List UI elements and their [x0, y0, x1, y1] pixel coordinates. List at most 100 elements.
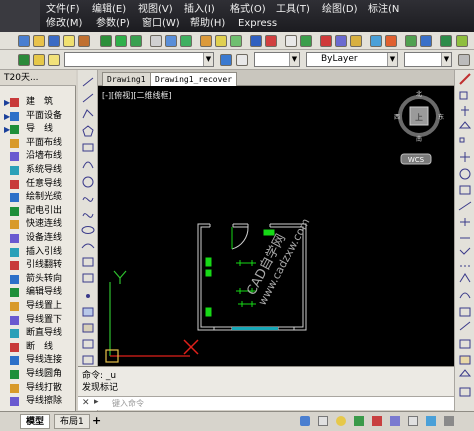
panel-item[interactable]: 箭头转向 [2, 273, 74, 286]
plot-style-icon[interactable] [458, 54, 470, 66]
layout-wire-icon [10, 138, 19, 148]
match-icon[interactable] [150, 35, 162, 47]
grid-icon[interactable] [180, 35, 192, 47]
sheet-icon[interactable] [78, 35, 90, 47]
polar-toggle-icon[interactable] [354, 416, 364, 426]
panel-item[interactable]: ▶ 平面设备 [2, 110, 74, 123]
menu-dimension[interactable]: 标注(N [368, 4, 399, 16]
save-icon[interactable] [48, 35, 60, 47]
panel-item[interactable]: 任意导线 [2, 178, 74, 191]
add-layout-button[interactable]: + [92, 414, 101, 427]
panel-item[interactable]: 设备连线 [2, 232, 74, 245]
panel-item-label: 箭头转向 [26, 273, 63, 284]
layer-prev-icon[interactable] [440, 35, 452, 47]
tab-model[interactable]: 模型 [20, 414, 51, 429]
drawing-canvas[interactable]: [-][俯视][二维线框] CAD自学网 www.cadzxw.com 上 北 … [98, 86, 454, 366]
snap-icon[interactable] [200, 35, 212, 47]
panel-item[interactable]: 导线打散 [2, 382, 74, 395]
zoom-icon[interactable] [300, 35, 312, 47]
panel-item[interactable]: 插入引线 [2, 246, 74, 259]
sheet-set-icon[interactable] [405, 35, 417, 47]
ortho-toggle-icon[interactable] [336, 416, 346, 426]
tab-drawing1[interactable]: Drawing1 [102, 72, 151, 86]
grid-toggle-icon[interactable] [318, 416, 328, 426]
menu-parametric[interactable]: 参数(P) [96, 18, 130, 30]
panel-item[interactable]: 绘制光缆 [2, 191, 74, 204]
panel-item[interactable]: 快速连线 [2, 218, 74, 231]
linetype-value: ByLayer [321, 54, 358, 64]
polar-icon[interactable] [230, 35, 242, 47]
panel-item[interactable]: 断 线 [2, 341, 74, 354]
menu-edit[interactable]: 编辑(E) [92, 4, 126, 16]
linetype-combo[interactable]: ByLayer ▼ [306, 52, 398, 67]
panel-item[interactable]: 系统导线 [2, 164, 74, 177]
lweight-toggle-icon[interactable] [408, 416, 418, 426]
viewcube[interactable]: 上 北 南 东 西 WCS [394, 90, 444, 165]
markup-icon[interactable] [385, 35, 397, 47]
panel-item[interactable]: 导线连接 [2, 354, 74, 367]
standard-toolbar [0, 32, 474, 50]
calculator-icon[interactable] [370, 35, 382, 47]
layer-icon[interactable] [100, 35, 112, 47]
menu-view[interactable]: 视图(V) [138, 4, 173, 16]
menu-tools[interactable]: 工具(T) [276, 4, 310, 16]
make-current-icon[interactable] [220, 54, 232, 66]
layer-manager-icon[interactable] [18, 54, 30, 66]
panel-item[interactable]: 沿墙布线 [2, 150, 74, 163]
customize-icon[interactable] [444, 416, 454, 426]
tool-palette-icon[interactable] [350, 35, 362, 47]
compass-north: 北 [416, 90, 422, 98]
panel-item[interactable]: 配电引出 [2, 205, 74, 218]
layer-freeze-icon[interactable] [130, 35, 142, 47]
plot-icon[interactable] [165, 35, 177, 47]
panel-item[interactable]: 导线圆角 [2, 368, 74, 381]
ortho-icon[interactable] [215, 35, 227, 47]
extra-tool-icon[interactable] [456, 35, 468, 47]
menu-modify[interactable]: 修改(M) [46, 18, 82, 30]
panel-item[interactable]: 导线置上 [2, 300, 74, 313]
otrack-toggle-icon[interactable] [390, 416, 400, 426]
command-input[interactable]: ✕ ▸ 键入命令 [78, 396, 454, 410]
menu-express[interactable]: Express [238, 18, 277, 30]
lineweight-combo[interactable]: ▼ [404, 52, 452, 67]
close-cmd-icon[interactable]: ✕ [82, 398, 90, 408]
panel-item[interactable]: ▶ 建 筑 [2, 96, 74, 109]
design-center-icon[interactable] [335, 35, 347, 47]
snap-toggle-icon[interactable] [300, 416, 310, 426]
open-icon[interactable] [33, 35, 45, 47]
panel-item[interactable]: 平面布线 [2, 137, 74, 150]
panel-item[interactable]: 导线置下 [2, 314, 74, 327]
help-icon[interactable] [420, 35, 432, 47]
menu-insert[interactable]: 插入(I) [184, 4, 215, 16]
quick-connect-icon [10, 220, 19, 230]
redo-icon[interactable] [265, 35, 277, 47]
panel-item[interactable]: 编辑导线 [2, 286, 74, 299]
tab-drawing1-recover[interactable]: Drawing1_recover [150, 72, 238, 86]
sun-icon[interactable] [63, 35, 75, 47]
panel-item[interactable]: 导线擦除 [2, 395, 74, 408]
menu-file[interactable]: 文件(F) [46, 4, 80, 16]
cmd-options-icon[interactable]: ▸ [94, 397, 99, 407]
revcloud-icon [82, 197, 94, 202]
cad-window: 文件(F) 编辑(E) 视图(V) 插入(I) 格式(O) 工具(T) 绘图(D… [0, 0, 474, 431]
layer-state-icon[interactable] [115, 35, 127, 47]
tab-layout1[interactable]: 布局1 [54, 414, 90, 429]
workspace-icon[interactable] [426, 416, 436, 426]
light-icon[interactable] [48, 54, 60, 66]
menu-help[interactable]: 帮助(H) [190, 18, 225, 30]
menu-format[interactable]: 格式(O) [230, 4, 266, 16]
menu-draw[interactable]: 绘图(D) [322, 4, 358, 16]
new-icon[interactable] [18, 35, 30, 47]
undo-icon[interactable] [250, 35, 262, 47]
osnap-toggle-icon[interactable] [372, 416, 382, 426]
color-combo[interactable]: ▼ [254, 52, 300, 67]
properties-icon[interactable] [320, 35, 332, 47]
panel-item[interactable]: ▶ 导 线 [2, 123, 74, 136]
menu-window[interactable]: 窗口(W) [142, 18, 180, 30]
layer-combo[interactable]: ▼ [64, 52, 214, 67]
layer-previous-icon[interactable] [236, 54, 248, 66]
panel-item[interactable]: 断直导线 [2, 327, 74, 340]
layer-on-icon[interactable] [33, 54, 45, 66]
pan-icon[interactable] [285, 35, 297, 47]
panel-item[interactable]: 引线翻转 [2, 259, 74, 272]
